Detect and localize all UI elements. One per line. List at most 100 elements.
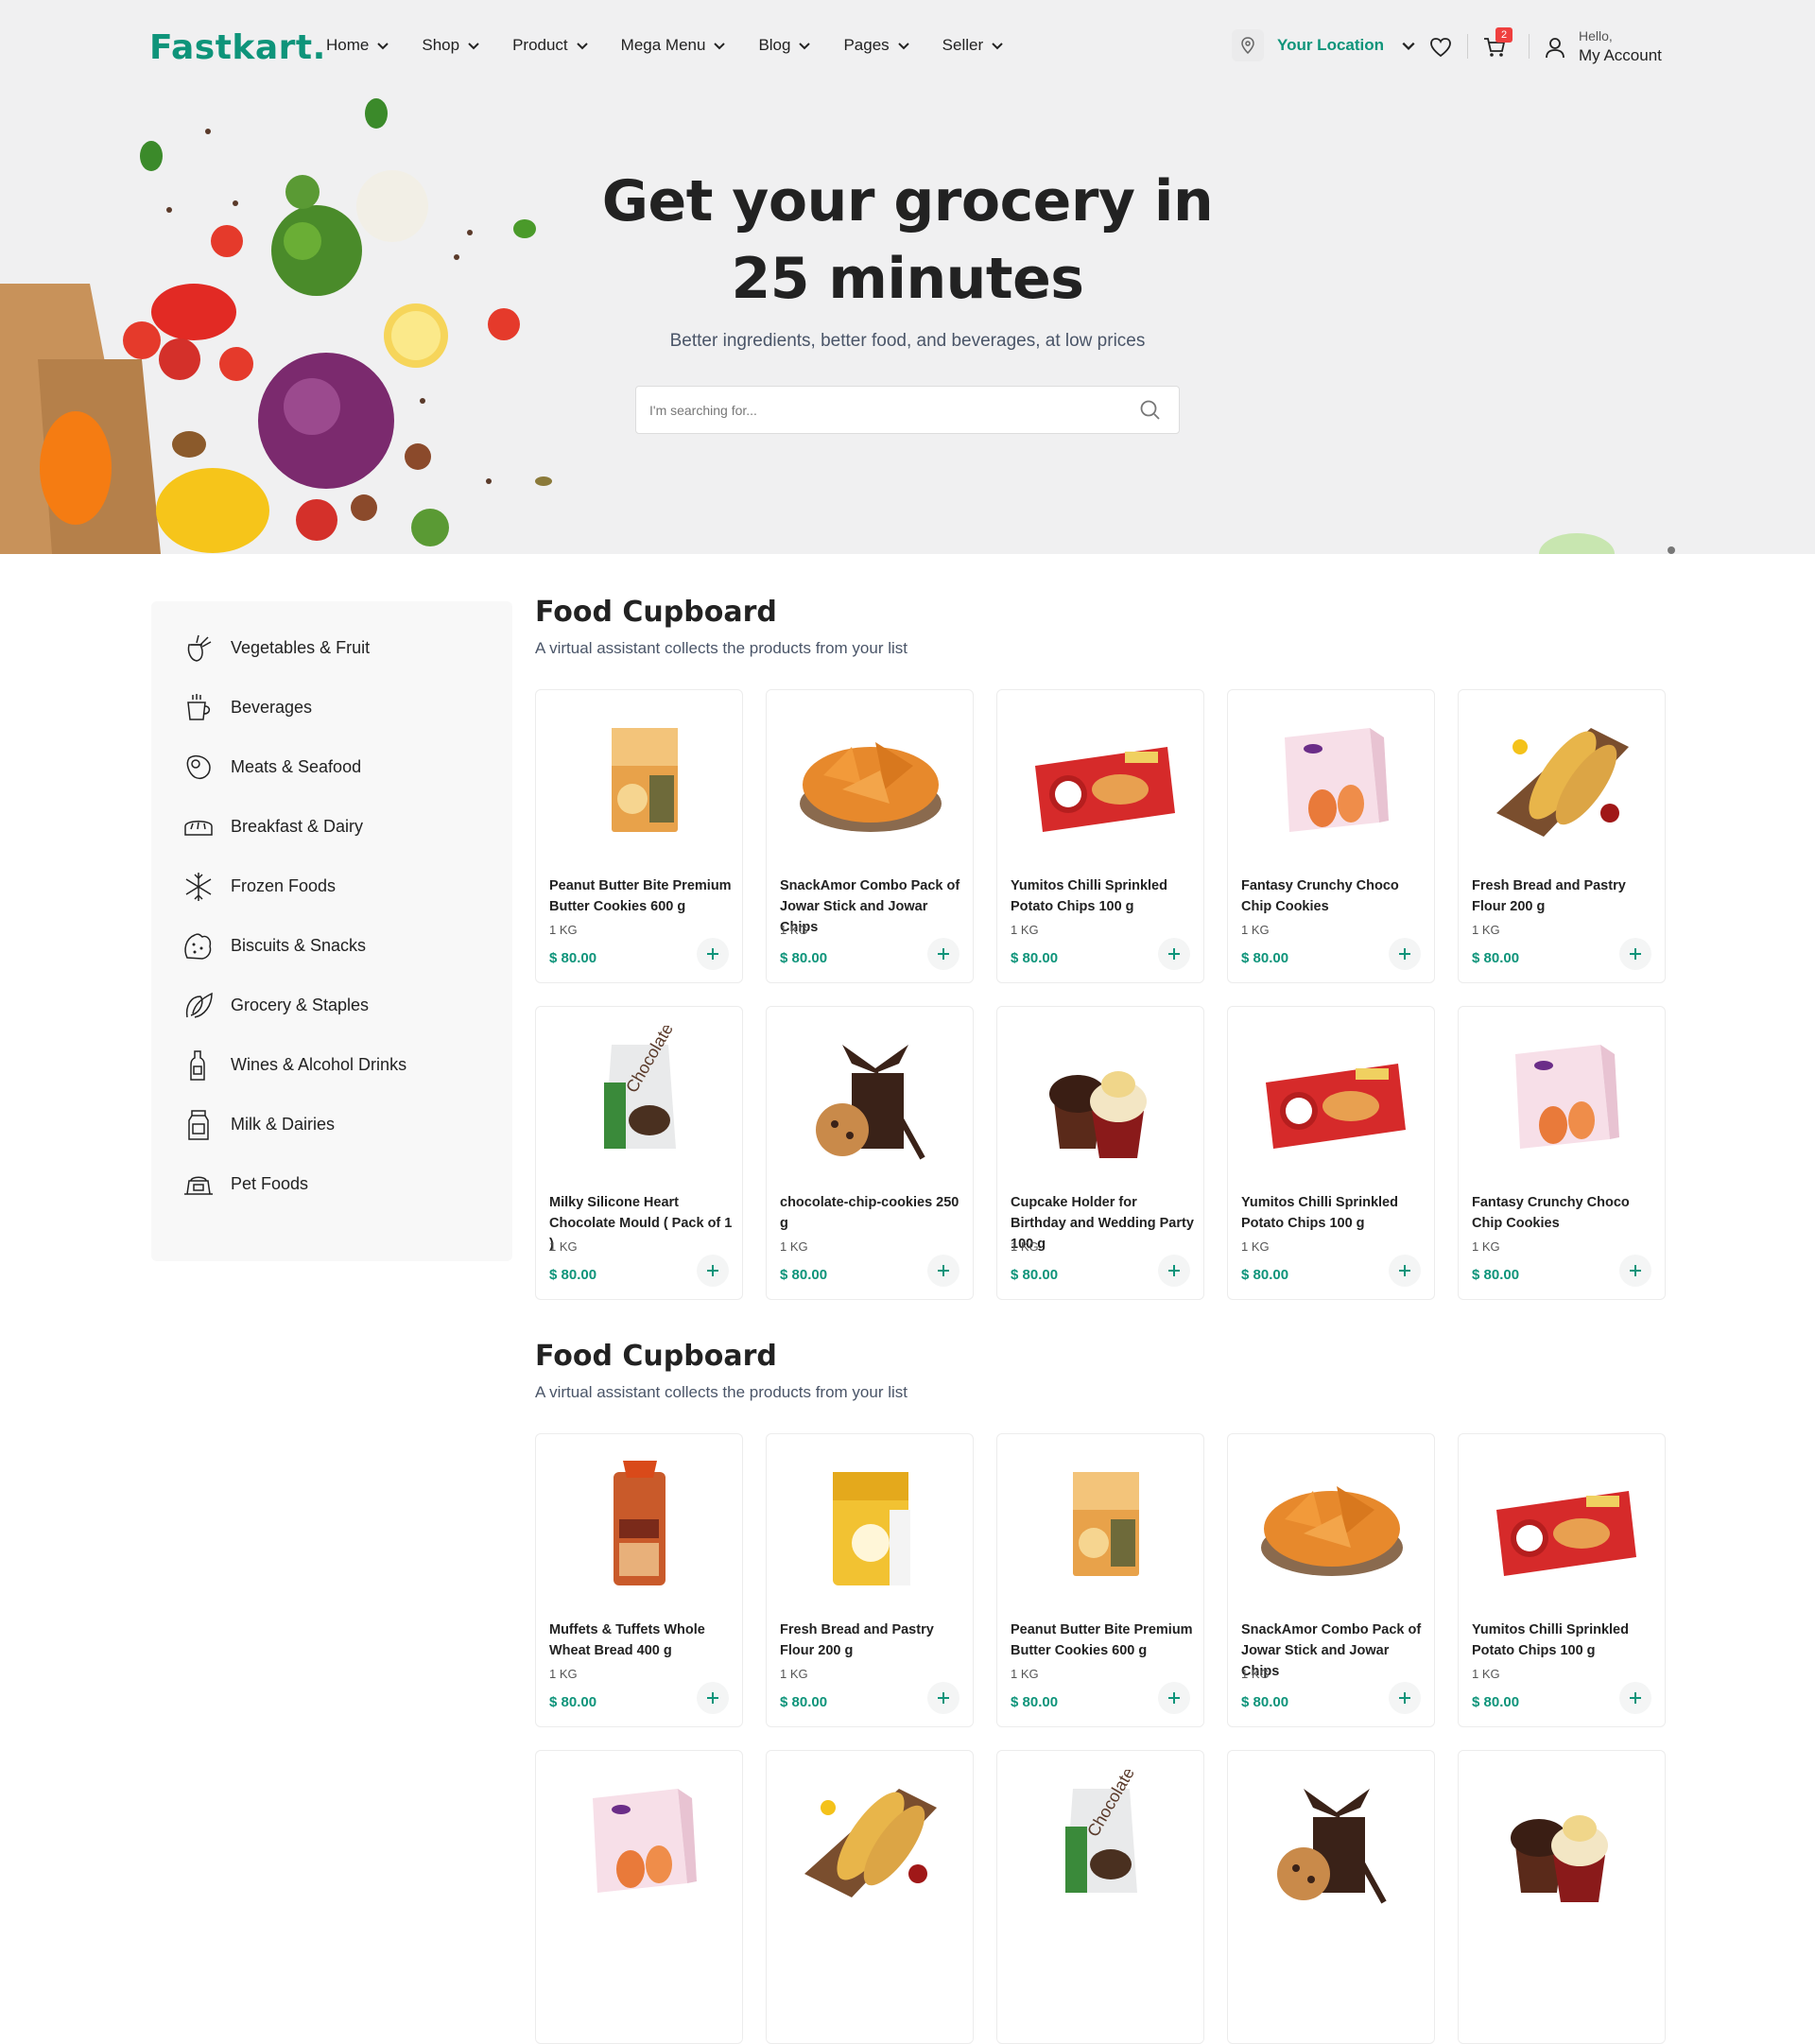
add-to-cart-button[interactable] [1158,938,1190,970]
my-account-link[interactable]: Hello, My Account [1579,28,1662,65]
add-to-cart-button[interactable] [697,1682,729,1714]
product-image-croissant-pack[interactable] [1016,709,1186,851]
product-image-cupcakes[interactable] [1016,1026,1186,1168]
product-card[interactable]: Cupcake Holder for Birthday and Wedding … [996,1006,1204,1300]
location-label: Your Location [1277,36,1385,54]
product-card[interactable]: Fresh Bread and Pastry Flour 200 g 1 KG $ … [766,1433,974,1727]
add-to-cart-button[interactable] [1619,938,1651,970]
product-image-cookie-box[interactable] [555,709,725,851]
add-to-cart-button[interactable] [1619,1682,1651,1714]
product-image-cookie-box[interactable] [1016,1453,1186,1595]
add-to-cart-button[interactable] [927,1255,959,1287]
product-price: $ 80.00 [549,1694,597,1710]
add-to-cart-button[interactable] [1158,1255,1190,1287]
category-meats-seafood[interactable]: Meats & Seafood [151,737,512,797]
product-image-chips-bowl[interactable] [786,709,956,851]
product-card[interactable]: Chocolate Milky Silicone Heart Chocolate … [535,1006,743,1300]
product-image-flour-bag[interactable] [786,1453,956,1595]
nav-label: Mega Menu [620,36,706,54]
product-card[interactable]: Peanut Butter Bite Premium Butter Cookie… [996,1433,1204,1727]
product-price: $ 80.00 [1472,1694,1520,1710]
product-card[interactable]: Yumitos Chilli Sprinkled Potato Chips 10… [1458,1433,1666,1727]
category-wines-alcohol[interactable]: Wines & Alcohol Drinks [151,1035,512,1095]
logo-dot: . [312,28,326,67]
fastkart-logo[interactable]: Fastkart. [149,28,326,67]
product-name[interactable]: Muffets & Tuffets Whole Wheat Bread 400 … [549,1620,735,1661]
user-icon[interactable] [1543,36,1567,61]
product-name[interactable]: Peanut Butter Bite Premium Butter Cookie… [549,875,735,917]
nav-blog[interactable]: Blog [758,36,811,55]
category-sidebar: Vegetables & Fruit Beverages Meats & Sea… [151,601,512,1261]
category-frozen-foods[interactable]: Frozen Foods [151,857,512,916]
product-unit: 1 KG [549,923,578,937]
category-label: Vegetables & Fruit [231,638,371,657]
product-name[interactable]: Yumitos Chilli Sprinkled Potato Chips 10… [1472,1620,1657,1661]
category-vegetables-fruit[interactable]: Vegetables & Fruit [151,618,512,678]
product-name[interactable]: Fresh Bread and Pastry Flour 200 g [1472,875,1657,917]
nav-product[interactable]: Product [512,36,589,55]
product-name[interactable]: Yumitos Chilli Sprinkled Potato Chips 10… [1241,1192,1426,1234]
product-card[interactable]: Chocolate [996,1750,1204,2044]
product-name[interactable]: Fantasy Crunchy Choco Chip Cookies [1241,875,1426,917]
product-card[interactable] [1458,1750,1666,2044]
product-card[interactable]: Fantasy Crunchy Choco Chip Cookies 1 KG $ … [1458,1006,1666,1300]
product-image-baguette-board[interactable] [1478,709,1648,851]
add-to-cart-button[interactable] [1389,1682,1421,1714]
product-image-pink-box[interactable] [1478,1026,1648,1168]
add-to-cart-button[interactable] [927,938,959,970]
nav-pages[interactable]: Pages [843,36,909,55]
add-to-cart-button[interactable] [1389,938,1421,970]
product-card[interactable]: Fantasy Crunchy Choco Chip Cookies 1 KG $ … [1227,689,1435,983]
product-image-croissant-pack[interactable] [1247,1026,1417,1168]
add-to-cart-button[interactable] [1619,1255,1651,1287]
product-image-bread-loaf[interactable] [555,1453,725,1595]
product-card[interactable]: Fresh Bread and Pastry Flour 200 g 1 KG $ … [1458,689,1666,983]
product-image-cookie-stack[interactable] [786,1026,956,1168]
add-to-cart-button[interactable] [1389,1255,1421,1287]
location-selector[interactable]: Your Location [1232,29,1416,61]
product-name[interactable]: chocolate-chip-cookies 250 g [780,1192,965,1234]
product-image-pink-box[interactable] [1247,709,1417,851]
product-image-chips-bowl[interactable] [1247,1453,1417,1595]
product-image-choco-bag[interactable]: Chocolate [555,1026,725,1168]
product-image-croissant-pack[interactable] [1478,1453,1648,1595]
plus-icon [707,948,718,960]
product-name[interactable]: Yumitos Chilli Sprinkled Potato Chips 10… [1011,875,1196,917]
nav-mega-menu[interactable]: Mega Menu [621,36,727,55]
product-name[interactable]: Fresh Bread and Pastry Flour 200 g [780,1620,965,1661]
product-name[interactable]: Peanut Butter Bite Premium Butter Cookie… [1011,1620,1196,1661]
chevron-down-icon [799,43,811,50]
product-price: $ 80.00 [1241,1694,1289,1710]
product-card[interactable] [766,1750,974,2044]
product-unit: 1 KG [1472,923,1500,937]
add-to-cart-button[interactable] [927,1682,959,1714]
heart-icon[interactable] [1428,35,1453,60]
search-input[interactable] [649,400,1122,421]
product-card[interactable]: Yumitos Chilli Sprinkled Potato Chips 10… [996,689,1204,983]
product-card[interactable]: chocolate-chip-cookies 250 g 1 KG $ 80.00 [766,1006,974,1300]
product-card[interactable]: Peanut Butter Bite Premium Butter Cookie… [535,689,743,983]
category-milk-dairies[interactable]: Milk & Dairies [151,1095,512,1154]
add-to-cart-button[interactable] [697,938,729,970]
product-card[interactable] [1227,1750,1435,2044]
search-icon[interactable] [1139,399,1162,422]
category-pet-foods[interactable]: Pet Foods [151,1154,512,1214]
category-beverages[interactable]: Beverages [151,678,512,737]
product-card[interactable]: SnackAmor Combo Pack of Jowar Stick and … [766,689,974,983]
nav-shop[interactable]: Shop [422,36,480,55]
product-card[interactable]: Muffets & Tuffets Whole Wheat Bread 400 … [535,1433,743,1727]
product-card[interactable]: Yumitos Chilli Sprinkled Potato Chips 10… [1227,1006,1435,1300]
product-card[interactable]: SnackAmor Combo Pack of Jowar Stick and … [1227,1433,1435,1727]
category-label: Meats & Seafood [231,757,362,776]
nav-label: Product [512,36,568,54]
nav-home[interactable]: Home [326,36,389,55]
plus-icon [1168,1265,1180,1276]
product-name[interactable]: Fantasy Crunchy Choco Chip Cookies [1472,1192,1657,1234]
category-biscuits-snacks[interactable]: Biscuits & Snacks [151,916,512,976]
nav-seller[interactable]: Seller [942,36,1004,55]
category-grocery-staples[interactable]: Grocery & Staples [151,976,512,1035]
category-breakfast-dairy[interactable]: Breakfast & Dairy [151,797,512,857]
add-to-cart-button[interactable] [1158,1682,1190,1714]
add-to-cart-button[interactable] [697,1255,729,1287]
product-card[interactable] [535,1750,743,2044]
